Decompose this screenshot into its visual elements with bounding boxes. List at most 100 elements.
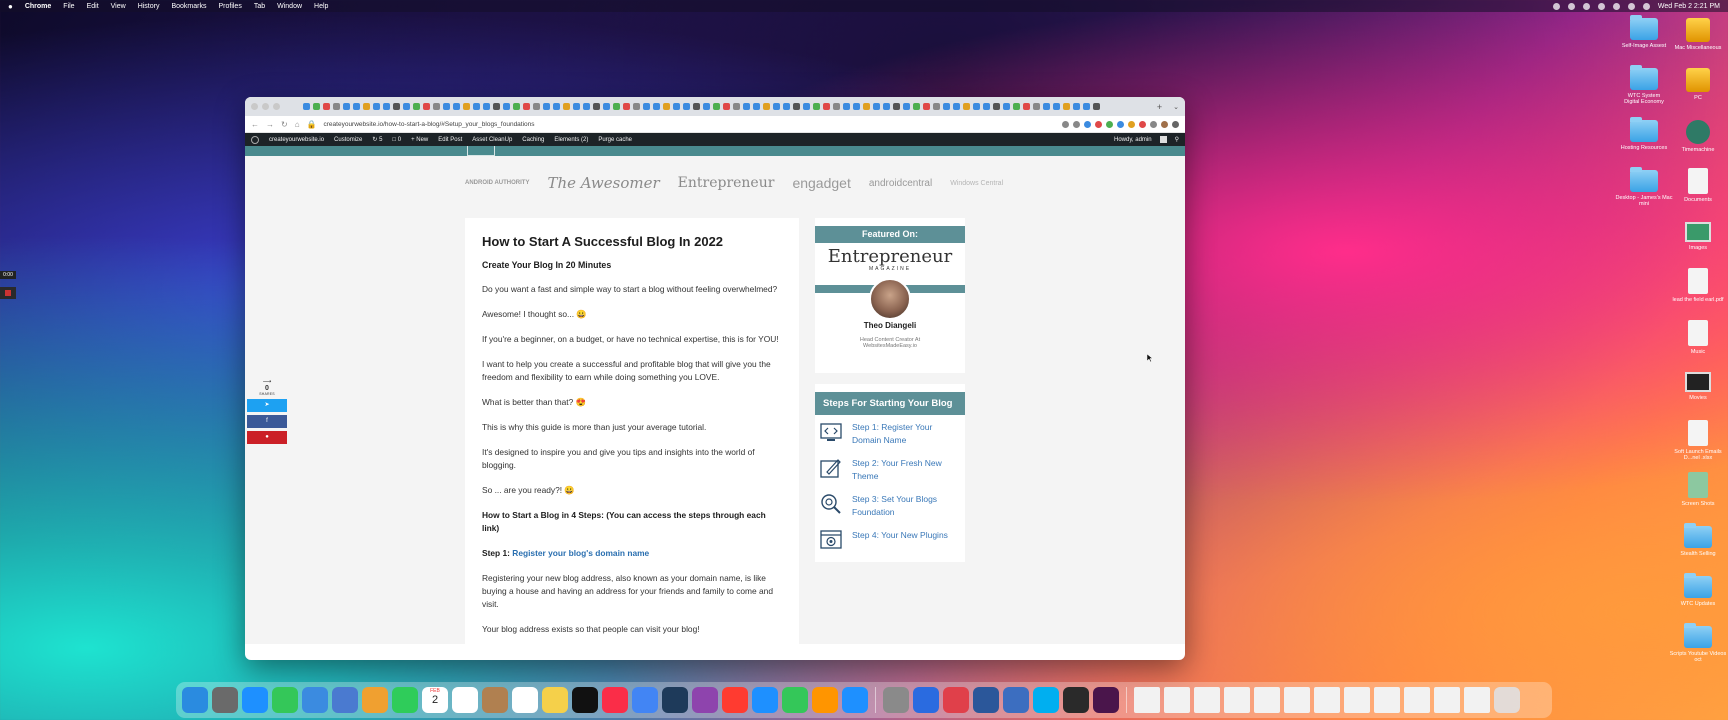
dock-app-icon[interactable]	[542, 687, 568, 713]
desktop-app[interactable]: Timemachine	[1666, 120, 1728, 153]
tab-favicon[interactable]	[603, 103, 610, 110]
wp-comments[interactable]: □ 0	[392, 137, 401, 143]
battery-icon[interactable]	[1612, 2, 1620, 10]
tab-favicon[interactable]	[423, 103, 430, 110]
tab-favicon[interactable]	[703, 103, 710, 110]
close-window-button[interactable]	[251, 103, 258, 110]
tab-favicon[interactable]	[1003, 103, 1010, 110]
desktop-file[interactable]: lead the field earl.pdf	[1666, 268, 1728, 303]
tab-favicon[interactable]	[973, 103, 980, 110]
tab-favicon[interactable]	[983, 103, 990, 110]
extension-icon[interactable]	[1106, 120, 1113, 128]
desktop-folder[interactable]: Scripts Youtube Videos oct	[1666, 623, 1728, 663]
dock-app-icon[interactable]	[632, 687, 658, 713]
tab-favicon[interactable]	[583, 103, 590, 110]
dock-minimized-window[interactable]	[1434, 687, 1460, 713]
tab-favicon[interactable]	[573, 103, 580, 110]
status-icon[interactable]	[1552, 2, 1560, 10]
desktop-folder[interactable]: WTC Updates	[1666, 573, 1728, 607]
tab-favicon[interactable]	[413, 103, 420, 110]
wordpress-logo-icon[interactable]	[251, 135, 259, 144]
forward-icon[interactable]: →	[266, 120, 274, 129]
dock-app-icon[interactable]	[242, 687, 268, 713]
dock-app-icon[interactable]	[752, 687, 778, 713]
desktop-drive[interactable]: Mac Miscellaneous	[1666, 18, 1728, 51]
tab-favicon[interactable]	[543, 103, 550, 110]
share-icon[interactable]	[1062, 120, 1069, 128]
tab-search-icon[interactable]: ⌄	[1173, 103, 1179, 111]
address-input[interactable]: createyourwebsite.io/how-to-start-a-blog…	[324, 121, 535, 128]
wp-new[interactable]: + New	[411, 137, 428, 143]
tab-favicon[interactable]	[713, 103, 720, 110]
menu-edit[interactable]: Edit	[87, 3, 99, 10]
tab-favicon[interactable]	[643, 103, 650, 110]
dock-app-icon[interactable]	[812, 687, 838, 713]
dock-app-icon[interactable]	[602, 687, 628, 713]
dock-app-icon[interactable]	[913, 687, 939, 713]
tab-favicon[interactable]	[1023, 103, 1030, 110]
wp-asset-cleanup[interactable]: Asset CleanUp	[472, 137, 512, 143]
tab-favicon[interactable]	[613, 103, 620, 110]
tab-favicon[interactable]	[343, 103, 350, 110]
tab-favicon[interactable]	[893, 103, 900, 110]
wp-caching[interactable]: Caching	[522, 137, 544, 143]
bookmark-star-icon[interactable]	[1073, 120, 1080, 128]
wp-edit-post[interactable]: Edit Post	[438, 137, 462, 143]
tab-favicon[interactable]	[883, 103, 890, 110]
tab-favicon[interactable]	[863, 103, 870, 110]
tab-favicon[interactable]	[593, 103, 600, 110]
tab-favicon[interactable]	[653, 103, 660, 110]
wp-customize[interactable]: Customize	[334, 137, 362, 143]
tab-favicon[interactable]	[953, 103, 960, 110]
tab-favicon[interactable]	[733, 103, 740, 110]
step-item-2[interactable]: Step 2: Your Fresh New Theme	[815, 451, 965, 487]
extension-icon[interactable]	[1128, 120, 1135, 128]
twitter-share-button[interactable]: ➤	[247, 399, 287, 412]
tab-favicon[interactable]	[503, 103, 510, 110]
tab-favicon[interactable]	[843, 103, 850, 110]
step1-link[interactable]: Register your blog's domain name	[512, 548, 649, 558]
tab-favicon[interactable]	[1043, 103, 1050, 110]
tab-favicon[interactable]	[303, 103, 310, 110]
back-icon[interactable]: ←	[251, 120, 259, 129]
tab-favicon[interactable]	[783, 103, 790, 110]
dock-app-icon[interactable]	[332, 687, 358, 713]
menu-tab[interactable]: Tab	[254, 3, 265, 10]
extension-icon[interactable]	[1139, 120, 1146, 128]
tab-favicon[interactable]	[553, 103, 560, 110]
search-icon[interactable]	[1627, 2, 1635, 10]
tab-favicon[interactable]	[723, 103, 730, 110]
menu-bookmarks[interactable]: Bookmarks	[171, 3, 206, 10]
dock-app-icon[interactable]	[692, 687, 718, 713]
new-tab-button[interactable]: +	[1157, 102, 1162, 112]
dock-app-icon[interactable]	[452, 687, 478, 713]
dock-minimized-window[interactable]	[1344, 687, 1370, 713]
desktop-file[interactable]: Images	[1666, 222, 1728, 251]
tab-favicon[interactable]	[483, 103, 490, 110]
dock-app-icon[interactable]	[883, 687, 909, 713]
dock-app-icon[interactable]	[1093, 687, 1119, 713]
wp-site-name[interactable]: createyourwebsite.io	[269, 137, 324, 143]
trash-icon[interactable]	[1494, 687, 1520, 713]
tab-favicon[interactable]	[1053, 103, 1060, 110]
dock-minimized-window[interactable]	[1374, 687, 1400, 713]
tab-favicon[interactable]	[533, 103, 540, 110]
tab-favicon[interactable]	[1033, 103, 1040, 110]
menu-clock[interactable]: Wed Feb 2 2:21 PM	[1658, 3, 1720, 10]
dock-app-icon[interactable]	[943, 687, 969, 713]
dock-app-icon[interactable]	[722, 687, 748, 713]
tab-favicon[interactable]	[373, 103, 380, 110]
tab-favicon[interactable]	[673, 103, 680, 110]
menu-history[interactable]: History	[138, 3, 160, 10]
menu-app-name[interactable]: Chrome	[25, 3, 51, 10]
step-link[interactable]: Step 1: Register Your Domain Name	[852, 421, 961, 451]
step-item-4[interactable]: Step 4: Your New Plugins	[815, 523, 965, 559]
dock-minimized-window[interactable]	[1284, 687, 1310, 713]
dock-minimized-window[interactable]	[1254, 687, 1280, 713]
tab-favicon[interactable]	[803, 103, 810, 110]
dock-minimized-window[interactable]	[1164, 687, 1190, 713]
desktop-drive[interactable]: PC	[1666, 68, 1728, 101]
extensions-puzzle-icon[interactable]	[1150, 120, 1157, 128]
extension-icon[interactable]	[1084, 120, 1091, 128]
tab-favicon[interactable]	[773, 103, 780, 110]
